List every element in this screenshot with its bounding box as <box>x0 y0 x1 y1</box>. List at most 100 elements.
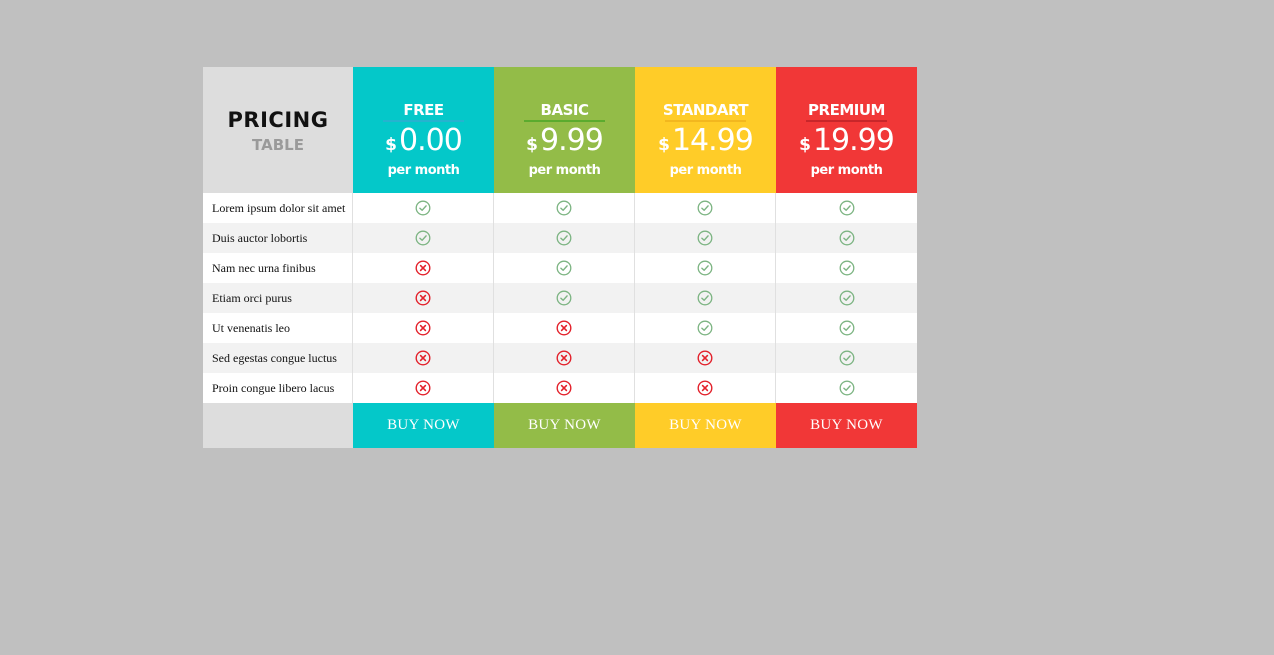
currency-symbol: $ <box>526 135 538 155</box>
check-circle-icon <box>556 290 572 306</box>
currency-symbol: $ <box>799 135 811 155</box>
buy-now-button-premium[interactable]: BUY NOW <box>776 403 917 448</box>
plan-price: $0.00 <box>353 123 494 158</box>
check-circle-icon <box>839 230 855 246</box>
plan-price: $19.99 <box>776 123 917 158</box>
plan-header-premium: PREMIUM $19.99 per month <box>776 67 917 193</box>
feature-cell <box>635 373 776 403</box>
plan-name: PREMIUM <box>808 101 885 119</box>
title-cell: PRICING TABLE <box>203 67 353 193</box>
feature-cell <box>776 343 917 373</box>
price-amount: 14.99 <box>671 123 754 158</box>
check-circle-icon <box>697 290 713 306</box>
billing-period: per month <box>528 163 601 178</box>
feature-cell <box>353 343 494 373</box>
check-circle-icon <box>839 200 855 216</box>
x-circle-icon <box>556 350 572 366</box>
plan-header-basic: BASIC $9.99 per month <box>494 67 635 193</box>
plan-header-standart: STANDART $14.99 per month <box>635 67 776 193</box>
buy-now-button-standart[interactable]: BUY NOW <box>635 403 776 448</box>
feature-cell <box>635 253 776 283</box>
feature-cell <box>494 283 635 313</box>
plan-divider <box>524 120 605 122</box>
feature-cell <box>635 283 776 313</box>
feature-cell <box>494 313 635 343</box>
feature-cell <box>776 253 917 283</box>
feature-row: Lorem ipsum dolor sit amet <box>203 193 917 223</box>
feature-label: Nam nec urna finibus <box>203 253 353 283</box>
plan-price: $14.99 <box>635 123 776 158</box>
feature-cell <box>776 193 917 223</box>
x-circle-icon <box>415 260 431 276</box>
check-circle-icon <box>556 260 572 276</box>
x-circle-icon <box>415 350 431 366</box>
check-circle-icon <box>415 200 431 216</box>
currency-symbol: $ <box>385 135 397 155</box>
feature-cell <box>494 223 635 253</box>
plan-name: FREE <box>403 101 444 119</box>
x-circle-icon <box>415 320 431 336</box>
feature-cell <box>494 343 635 373</box>
check-circle-icon <box>839 260 855 276</box>
pricing-header: PRICING TABLE FREE $0.00 per month BASIC $9.… <box>203 67 917 193</box>
feature-cell <box>353 283 494 313</box>
feature-row: Etiam orci purus <box>203 283 917 313</box>
billing-period: per month <box>669 163 742 178</box>
plan-divider <box>665 120 746 122</box>
feature-label: Etiam orci purus <box>203 283 353 313</box>
feature-label: Lorem ipsum dolor sit amet <box>203 193 353 223</box>
x-circle-icon <box>415 290 431 306</box>
feature-label: Ut venenatis leo <box>203 313 353 343</box>
feature-label: Sed egestas congue luctus <box>203 343 353 373</box>
plan-header-free: FREE $0.00 per month <box>353 67 494 193</box>
page-title: PRICING <box>227 107 329 132</box>
plan-divider <box>806 120 887 122</box>
check-circle-icon <box>556 200 572 216</box>
check-circle-icon <box>839 350 855 366</box>
check-circle-icon <box>697 200 713 216</box>
currency-symbol: $ <box>658 135 670 155</box>
price-amount: 19.99 <box>812 123 895 158</box>
feature-cell <box>776 313 917 343</box>
plan-price: $9.99 <box>494 123 635 158</box>
plan-name: STANDART <box>662 101 749 119</box>
buy-now-button-free[interactable]: BUY NOW <box>353 403 494 448</box>
footer-spacer <box>203 403 353 448</box>
x-circle-icon <box>697 350 713 366</box>
x-circle-icon <box>556 320 572 336</box>
feature-cell <box>353 373 494 403</box>
check-circle-icon <box>556 230 572 246</box>
feature-row: Proin congue libero lacus <box>203 373 917 403</box>
x-circle-icon <box>415 380 431 396</box>
feature-cell <box>776 283 917 313</box>
feature-cell <box>353 313 494 343</box>
buy-row: BUY NOW BUY NOW BUY NOW BUY NOW <box>203 403 917 448</box>
feature-row: Ut venenatis leo <box>203 313 917 343</box>
plan-name: BASIC <box>540 101 589 119</box>
feature-cell <box>635 313 776 343</box>
feature-cell <box>353 253 494 283</box>
feature-cell <box>776 223 917 253</box>
feature-cell <box>635 223 776 253</box>
page-subtitle: TABLE <box>252 135 304 154</box>
check-circle-icon <box>839 380 855 396</box>
feature-label: Duis auctor lobortis <box>203 223 353 253</box>
feature-cell <box>353 193 494 223</box>
check-circle-icon <box>839 320 855 336</box>
x-circle-icon <box>697 380 713 396</box>
feature-row: Nam nec urna finibus <box>203 253 917 283</box>
feature-row: Duis auctor lobortis <box>203 223 917 253</box>
feature-cell <box>776 373 917 403</box>
buy-now-button-basic[interactable]: BUY NOW <box>494 403 635 448</box>
billing-period: per month <box>810 163 883 178</box>
feature-cell <box>353 223 494 253</box>
feature-cell <box>494 373 635 403</box>
feature-row: Sed egestas congue luctus <box>203 343 917 373</box>
feature-label: Proin congue libero lacus <box>203 373 353 403</box>
check-circle-icon <box>415 230 431 246</box>
check-circle-icon <box>697 230 713 246</box>
check-circle-icon <box>697 260 713 276</box>
price-amount: 9.99 <box>540 123 604 158</box>
billing-period: per month <box>387 163 460 178</box>
check-circle-icon <box>697 320 713 336</box>
